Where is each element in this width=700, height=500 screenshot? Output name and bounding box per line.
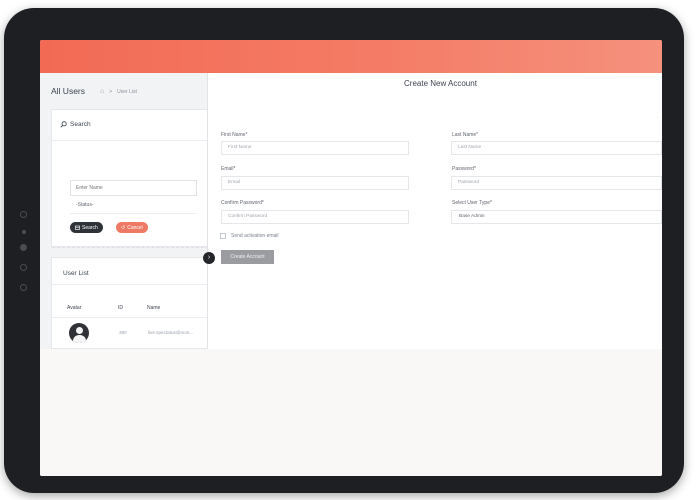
tablet-side-button [20,264,27,271]
search-card-header: Search [60,121,91,128]
divider [52,140,207,141]
undo-icon: ↺ [121,224,126,231]
app-top-bar [40,40,662,73]
user-id: 380 [119,330,127,335]
search-button[interactable]: Search [70,222,103,233]
edge-marker-icon: · [657,115,659,121]
last-name-label: Last Name* [452,132,479,138]
page-title: All Users [51,86,86,96]
search-button-label: Search [82,224,98,231]
tablet-frame: All Users ⌂ > User List Search Enter Nam… [4,8,684,493]
tablet-camera-dot [22,230,26,234]
divider [52,284,207,285]
divider [52,247,207,248]
password-input[interactable]: Password [451,176,662,190]
table-header: Avatar ID Name [52,300,207,318]
first-name-label: First Name* [221,132,248,138]
email-input[interactable]: Email [221,176,409,190]
last-name-input[interactable]: Last Name [451,141,662,155]
user-list-title: User List [63,270,89,277]
tablet-side-button [20,284,27,291]
avatar-head [76,327,83,334]
avatar [69,323,89,343]
user-name[interactable]: live.spectatus@mon... [148,330,193,335]
user-list-card: User List Avatar ID Name 380 live.specta [51,257,207,349]
search-card-title: Search [70,121,91,128]
left-panel: All Users ⌂ > User List Search Enter Nam… [40,73,208,349]
send-activation-label: Send activation email [231,233,279,239]
column-header-id[interactable]: ID [118,305,123,311]
send-activation-checkbox[interactable] [220,233,226,239]
first-name-input[interactable]: First Name [221,141,409,155]
breadcrumb-separator: > [109,88,113,95]
user-type-label: Select User Type* [452,200,492,206]
table-row[interactable]: 380 live.spectatus@mon... [52,318,207,349]
password-label: Password* [452,166,476,172]
email-label: Email* [221,166,236,172]
name-search-input[interactable] [70,180,197,196]
calendar-icon [75,225,80,230]
status-select[interactable]: -Status- [76,202,94,208]
home-icon[interactable]: ⌂ [100,88,104,95]
empty-screen-area [40,349,662,476]
divider [70,213,197,214]
avatar-body [73,335,86,343]
chevron-right-icon[interactable]: › [203,252,215,264]
column-header-name[interactable]: Name [147,305,160,311]
search-card: Search -Status- Search ↺ [51,109,207,248]
tablet-side-button [20,244,27,251]
confirm-password-label: Confirm Password* [221,200,264,206]
column-header-avatar[interactable]: Avatar [67,305,81,311]
breadcrumb-current[interactable]: User List [117,89,137,95]
search-icon [60,121,67,128]
cancel-button-label: Cancel [127,224,143,231]
breadcrumb: ⌂ > User List [100,88,137,95]
app-content: All Users ⌂ > User List Search Enter Nam… [40,73,662,349]
tablet-screen: All Users ⌂ > User List Search Enter Nam… [40,40,662,476]
cancel-button[interactable]: ↺ Cancel [116,222,148,233]
form-title: Create New Account [404,79,477,88]
create-account-button[interactable]: Create Account [221,250,274,264]
confirm-password-input[interactable]: Confirm Password [221,210,409,224]
tablet-side-button [20,211,27,218]
user-type-select[interactable]: Base Admin [451,210,662,224]
